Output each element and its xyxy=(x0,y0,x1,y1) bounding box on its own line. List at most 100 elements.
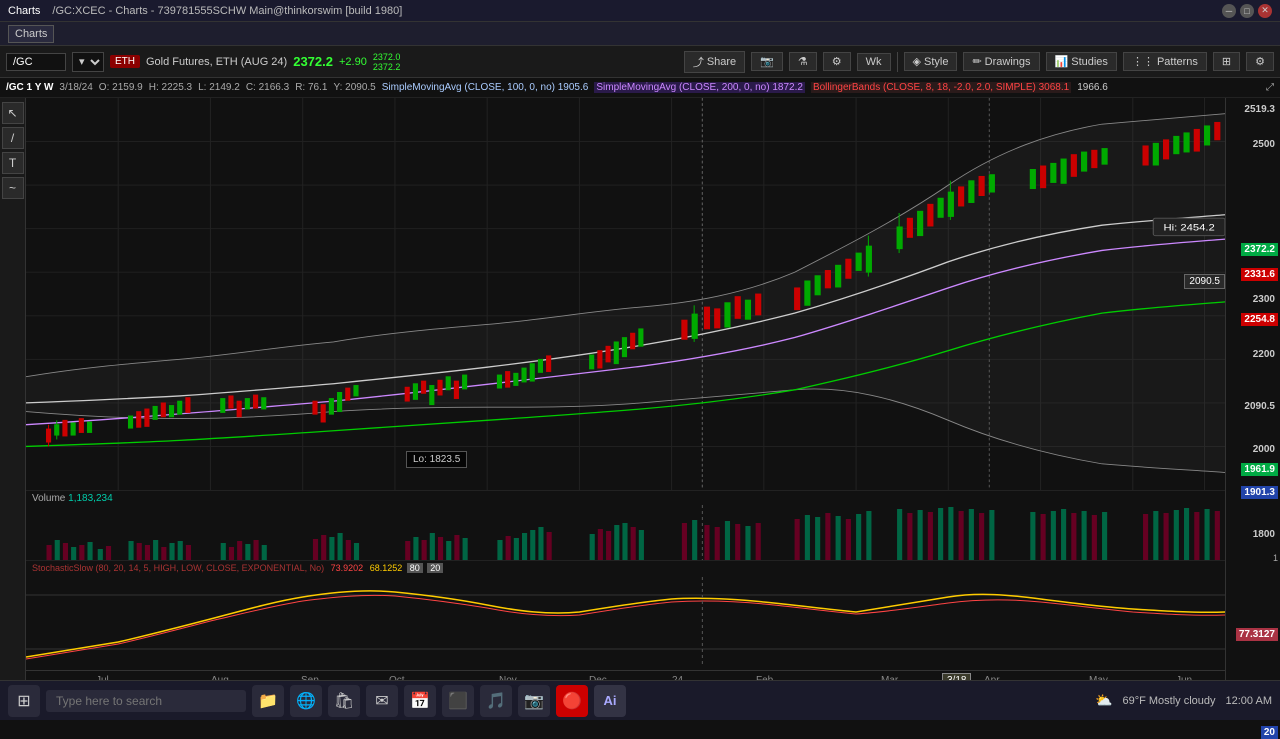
pencil-icon: ✏ xyxy=(972,55,981,68)
chart-symbol: /GC 1 Y W xyxy=(6,82,53,93)
mail-icon[interactable]: ✉ xyxy=(366,685,398,717)
title-bar: Charts /GC:XCEC - Charts - 739781555SCHW… xyxy=(0,0,1280,22)
stoch-k-val: 68.1252 xyxy=(370,563,403,573)
price-change: +2.90 xyxy=(339,56,367,68)
separator xyxy=(897,52,898,72)
flask-icon: ⚗ xyxy=(798,55,808,68)
price-chart-svg: Hi: 2454.2 xyxy=(26,98,1225,490)
file-explorer-icon[interactable]: 📁 xyxy=(252,685,284,717)
crosshair-y-label: 2090.5 xyxy=(1184,274,1225,289)
stoch-scale-20: 20 xyxy=(1261,726,1278,739)
photo-icon[interactable]: 📷 xyxy=(518,685,550,717)
chart-area: Hi: 2454.2 Lo: 1823.5 2090.5 Volume 1,18… xyxy=(26,98,1280,690)
stochastic-chart-svg xyxy=(26,577,1225,667)
app-name: Charts xyxy=(8,5,40,17)
eth-badge: ETH xyxy=(110,55,140,68)
calendar-icon[interactable]: 📅 xyxy=(404,685,436,717)
right-price-panel: 2519.3 2500 2372.2 2331.6 2300 2254.8 22… xyxy=(1225,98,1280,690)
lo-label: Lo: 1823.5 xyxy=(406,451,467,468)
share-icon: ⤴ xyxy=(693,54,704,70)
bb-info: BollingerBands (CLOSE, 8, 18, -2.0, 2.0,… xyxy=(811,82,1071,93)
sma200-info: SimpleMovingAvg (CLOSE, 200, 0, no) 1872… xyxy=(594,82,805,93)
stoch-right-val: 77.3127 xyxy=(1236,628,1278,641)
price-2200: 2200 xyxy=(1250,348,1278,361)
patterns-button[interactable]: ⋮⋮ Patterns xyxy=(1123,52,1207,71)
main-toolbar: ▾ ETH Gold Futures, ETH (AUG 24) 2372.2 … xyxy=(0,46,1280,78)
stochastic-label: StochasticSlow (80, 20, 14, 5, HIGH, LOW… xyxy=(32,563,443,573)
terminal-icon[interactable]: ⬛ xyxy=(442,685,474,717)
price-1961: 1961.9 xyxy=(1241,463,1278,476)
studies-icon: 📊 xyxy=(1055,55,1069,68)
trendline-tool[interactable]: / xyxy=(2,127,24,149)
style-button[interactable]: ◈ Style xyxy=(904,52,958,71)
drawing-toolbar: ↖ / T ~ xyxy=(0,98,26,690)
camera-icon: 📷 xyxy=(760,55,774,68)
expand-icon[interactable]: ⤢ xyxy=(1266,82,1274,93)
close-btn[interactable]: ✕ xyxy=(1258,4,1272,18)
weather-icon: ⛅ xyxy=(1095,692,1112,709)
share-button[interactable]: ⤴ Share xyxy=(684,51,745,73)
sma-tool[interactable]: ~ xyxy=(2,177,24,199)
gear-icon: ⚙ xyxy=(832,55,842,68)
info-open: O: 2159.9 xyxy=(99,82,143,93)
store-icon[interactable]: 🛍 xyxy=(328,685,360,717)
sma100-info: SimpleMovingAvg (CLOSE, 100, 0, no) 1905… xyxy=(382,82,589,93)
chart-container: Hi: 2454.2 Lo: 1823.5 2090.5 Volume 1,18… xyxy=(26,98,1225,690)
last-value: 1966.6 xyxy=(1077,82,1108,93)
app-icon[interactable]: 🔴 xyxy=(556,685,588,717)
patterns-icon: ⋮⋮ xyxy=(1132,55,1154,68)
info-date: 3/18/24 xyxy=(59,82,92,93)
settings-button[interactable]: ⚙ xyxy=(823,52,851,71)
price-chart[interactable]: Hi: 2454.2 Lo: 1823.5 2090.5 xyxy=(26,98,1225,490)
chart-info-bar: /GC 1 Y W 3/18/24 O: 2159.9 H: 2225.3 L:… xyxy=(0,78,1280,98)
camera-button[interactable]: 📷 xyxy=(751,52,783,71)
menu-bar: Charts xyxy=(0,22,1280,46)
grid-icon: ⊞ xyxy=(1222,55,1231,68)
price-2519: 2519.3 xyxy=(1241,103,1278,116)
price-range-low: 2372.2 xyxy=(373,62,401,72)
svg-text:Hi: 2454.2: Hi: 2454.2 xyxy=(1163,223,1215,233)
cursor-tool[interactable]: ↖ xyxy=(2,102,24,124)
volume-label: Volume 1,183,234 xyxy=(32,493,113,504)
price-2500: 2500 xyxy=(1250,138,1278,151)
taskbar-search-input[interactable] xyxy=(46,690,246,712)
taskbar-time: 12:00 AM xyxy=(1226,695,1272,707)
minimize-btn[interactable]: ─ xyxy=(1222,4,1236,18)
price-2254: 2254.8 xyxy=(1241,313,1278,326)
price-2300: 2300 xyxy=(1250,293,1278,306)
text-tool[interactable]: T xyxy=(2,152,24,174)
ai-icon[interactable]: Ai xyxy=(594,685,626,717)
price-2000: 2000 xyxy=(1250,443,1278,456)
symbol-dropdown[interactable]: ▾ xyxy=(72,52,104,72)
charts-menu[interactable]: Charts xyxy=(8,25,54,43)
price-2331: 2331.6 xyxy=(1241,268,1278,281)
grid-view-button[interactable]: ⊞ xyxy=(1213,52,1240,71)
price-range-high: 2372.0 xyxy=(373,52,401,62)
weather-text: 69°F Mostly cloudy xyxy=(1122,695,1215,707)
price-2090: 2090.5 xyxy=(1241,400,1278,413)
volume-section: Volume 1,183,234 xyxy=(26,490,1225,560)
symbol-input[interactable] xyxy=(6,53,66,71)
music-icon[interactable]: 🎵 xyxy=(480,685,512,717)
timeframe-button[interactable]: Wk xyxy=(857,53,891,71)
info-high: H: 2225.3 xyxy=(149,82,192,93)
flask-button[interactable]: ⚗ xyxy=(789,52,817,71)
price-1901: 1901.3 xyxy=(1241,486,1278,499)
config-icon: ⚙ xyxy=(1255,55,1265,68)
browser-icon[interactable]: 🌐 xyxy=(290,685,322,717)
drawings-button[interactable]: ✏ Drawings xyxy=(963,52,1039,71)
ai-label: Ai xyxy=(604,693,617,708)
info-close: C: 2166.3 xyxy=(246,82,289,93)
config-button[interactable]: ⚙ xyxy=(1246,52,1274,71)
maximize-btn[interactable]: □ xyxy=(1240,4,1254,18)
current-price: 2372.2 xyxy=(293,54,333,69)
style-icon: ◈ xyxy=(913,55,921,68)
instrument-name: Gold Futures, ETH (AUG 24) xyxy=(146,56,287,68)
taskbar: ⊞ 📁 🌐 🛍 ✉ 📅 ⬛ 🎵 📷 🔴 Ai ⛅ 69°F Mostly clo… xyxy=(0,680,1280,720)
window-title: /GC:XCEC - Charts - 739781555SCHW Main@t… xyxy=(52,5,1222,17)
info-low: L: 2149.2 xyxy=(198,82,240,93)
price-1800: 1800 xyxy=(1250,528,1278,541)
start-button[interactable]: ⊞ xyxy=(8,685,40,717)
vol-scale-1: 1 xyxy=(1273,553,1278,563)
studies-button[interactable]: 📊 Studies xyxy=(1046,52,1117,71)
